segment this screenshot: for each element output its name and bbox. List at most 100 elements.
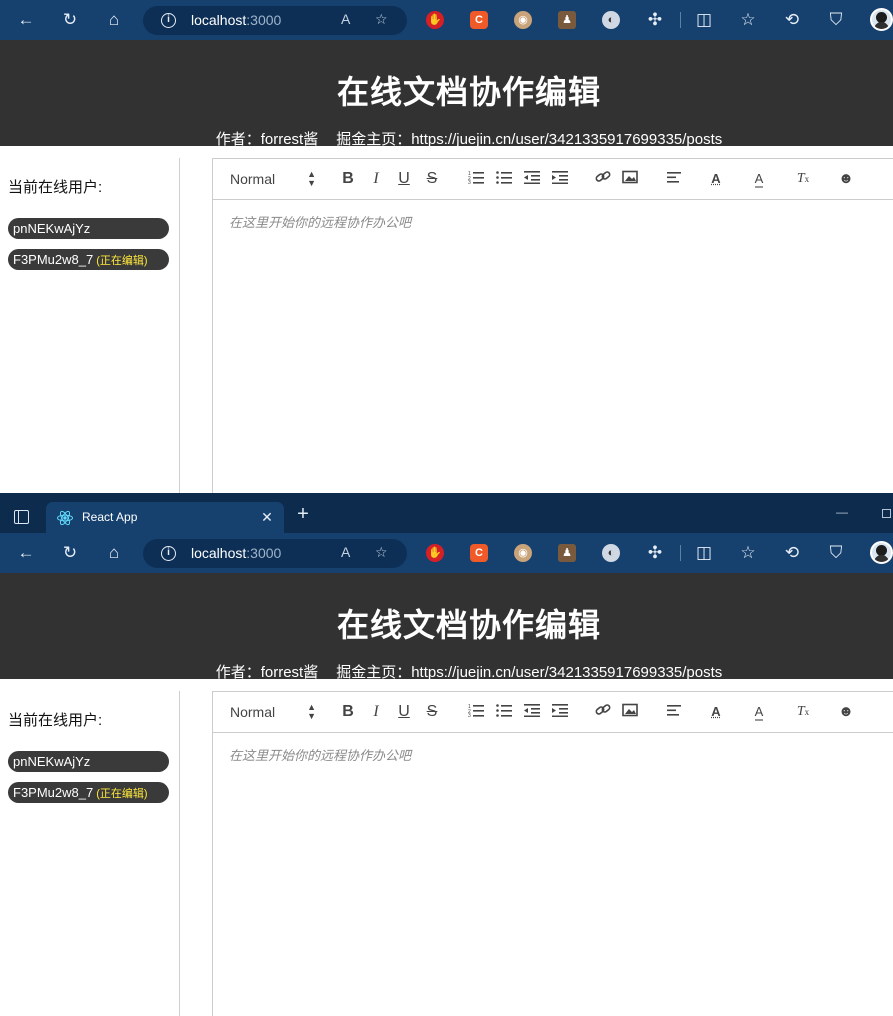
browser-essentials-icon[interactable]: ⛉ [825,543,847,563]
extension-paused-icon[interactable]: ◐ [602,11,620,29]
add-favorite-icon[interactable]: ☆ [375,544,388,561]
align-button[interactable] [665,703,683,721]
extension-paused-icon[interactable]: ◐ [602,544,620,562]
history-icon[interactable]: ⟲ [781,10,803,30]
background-color-button[interactable]: A [707,703,725,721]
favorites-icon[interactable]: ☆ [737,10,759,30]
user-pill: F3PMu2w8_7 (正在编辑) [8,249,169,270]
image-button[interactable] [621,703,639,721]
tab-react-app[interactable]: React App ✕ [46,502,284,533]
user-pill: pnNEKwAjYz [8,751,169,772]
background-color-button[interactable]: A [707,170,725,188]
browser-toolbar: ← ↻ ⌂ i localhost:3000 A ☆ ✋ C ◉ ♟ ◐ ✣ ◫… [0,533,893,573]
ordered-list-button[interactable]: 123 [467,703,485,721]
clear-format-button[interactable]: Tx [794,703,812,721]
page-title: 在线文档协作编辑 [336,74,601,110]
editor-toolbar: Normal ▲ ▼ B I U S 123 A A Tx ☻ [213,159,893,200]
bullet-list-button[interactable] [495,170,513,188]
emoji-button[interactable]: ☻ [837,170,855,188]
outdent-button[interactable] [523,170,541,188]
extension-figure-icon[interactable]: ♟ [558,544,576,562]
new-tab-button[interactable]: + [293,504,313,525]
extension-figure-icon[interactable]: ♟ [558,11,576,29]
bullet-list-button[interactable] [495,703,513,721]
font-color-button[interactable]: A [750,170,768,188]
split-screen-icon[interactable]: ◫ [693,543,715,563]
homepage-link[interactable]: 掘金主页：https://juejin.cn/user/342133591769… [336,131,722,148]
page-title: 在线文档协作编辑 [336,607,601,643]
extension-adblock-icon[interactable]: ✋ [426,11,444,29]
minimize-icon[interactable]: — [836,505,848,519]
ordered-list-button[interactable]: 123 [467,170,485,188]
extension-owl-icon[interactable]: ◉ [514,544,532,562]
italic-button[interactable]: I [367,703,385,721]
address-url[interactable]: localhost:3000 [191,545,281,561]
homepage-link[interactable]: 掘金主页：https://juejin.cn/user/342133591769… [336,664,722,681]
bold-button[interactable]: B [339,170,357,188]
site-info-icon[interactable]: i [161,13,176,28]
read-aloud-icon[interactable]: A [341,544,350,560]
author-label: 作者：forrest酱 [215,131,319,148]
svg-text:3: 3 [468,713,471,717]
editing-status-badge: (正在编辑) [96,255,148,267]
page-subtitle: 作者：forrest酱 掘金主页：https://juejin.cn/user/3… [0,661,893,682]
refresh-icon[interactable]: ↻ [59,10,81,30]
read-aloud-icon[interactable]: A [341,11,350,27]
font-color-button[interactable]: A [750,703,768,721]
underline-button[interactable]: U [395,703,413,721]
extension-c-icon[interactable]: C [470,544,488,562]
online-users-sidebar: 当前在线用户: pnNEKwAjYz F3PMu2w8_7 (正在编辑) [0,691,180,1016]
tab-actions-icon[interactable] [14,510,29,524]
address-bar[interactable]: i localhost:3000 A ☆ [143,6,407,35]
user-pill: F3PMu2w8_7 (正在编辑) [8,782,169,803]
format-select[interactable]: Normal ▲ ▼ [230,703,316,721]
close-tab-icon[interactable]: ✕ [258,507,276,527]
link-button[interactable] [594,703,612,721]
refresh-icon[interactable]: ↻ [59,543,81,563]
strike-button[interactable]: S [423,703,441,721]
extensions-puzzle-icon[interactable]: ✣ [644,543,666,563]
clear-format-button[interactable]: Tx [794,170,812,188]
browser-essentials-icon[interactable]: ⛉ [825,10,847,30]
profile-avatar[interactable] [870,8,893,31]
online-users-sidebar: 当前在线用户: pnNEKwAjYz F3PMu2w8_7 (正在编辑) [0,158,180,493]
home-icon[interactable]: ⌂ [103,543,125,563]
back-icon[interactable]: ← [15,10,37,30]
history-icon[interactable]: ⟲ [781,543,803,563]
editing-status-badge: (正在编辑) [96,788,148,800]
indent-button[interactable] [551,170,569,188]
format-select[interactable]: Normal ▲ ▼ [230,170,316,188]
strike-button[interactable]: S [423,170,441,188]
italic-button[interactable]: I [367,170,385,188]
bold-button[interactable]: B [339,703,357,721]
link-button[interactable] [594,170,612,188]
extension-c-icon[interactable]: C [470,11,488,29]
back-icon[interactable]: ← [15,543,37,563]
profile-avatar[interactable] [870,541,893,564]
tab-title: React App [82,510,138,524]
outdent-button[interactable] [523,703,541,721]
user-pill: pnNEKwAjYz [8,218,169,239]
site-info-icon[interactable]: i [161,546,176,561]
rich-text-editor[interactable]: Normal ▲ ▼ B I U S 123 A A Tx ☻ 在这里开始你的远程协… [212,691,893,1016]
add-favorite-icon[interactable]: ☆ [375,11,388,28]
maximize-icon[interactable] [882,509,891,518]
extensions-puzzle-icon[interactable]: ✣ [644,10,666,30]
page-header: 在线文档协作编辑 作者：forrest酱 掘金主页：https://juejin.… [0,573,893,682]
split-screen-icon[interactable]: ◫ [693,10,715,30]
extension-adblock-icon[interactable]: ✋ [426,544,444,562]
tab-strip: React App ✕ + — [0,493,893,533]
indent-button[interactable] [551,703,569,721]
emoji-button[interactable]: ☻ [837,703,855,721]
app-page-2: 在线文档协作编辑 作者：forrest酱 掘金主页：https://juejin.… [0,573,893,1016]
address-bar[interactable]: i localhost:3000 A ☆ [143,539,407,568]
rich-text-editor[interactable]: Normal ▲ ▼ B I U S 123 A A Tx ☻ 在这里开始你的远程协… [212,158,893,493]
favorites-icon[interactable]: ☆ [737,543,759,563]
extension-owl-icon[interactable]: ◉ [514,11,532,29]
underline-button[interactable]: U [395,170,413,188]
align-button[interactable] [665,170,683,188]
online-users-title: 当前在线用户: [8,179,103,196]
address-url[interactable]: localhost:3000 [191,12,281,28]
home-icon[interactable]: ⌂ [103,10,125,30]
image-button[interactable] [621,170,639,188]
